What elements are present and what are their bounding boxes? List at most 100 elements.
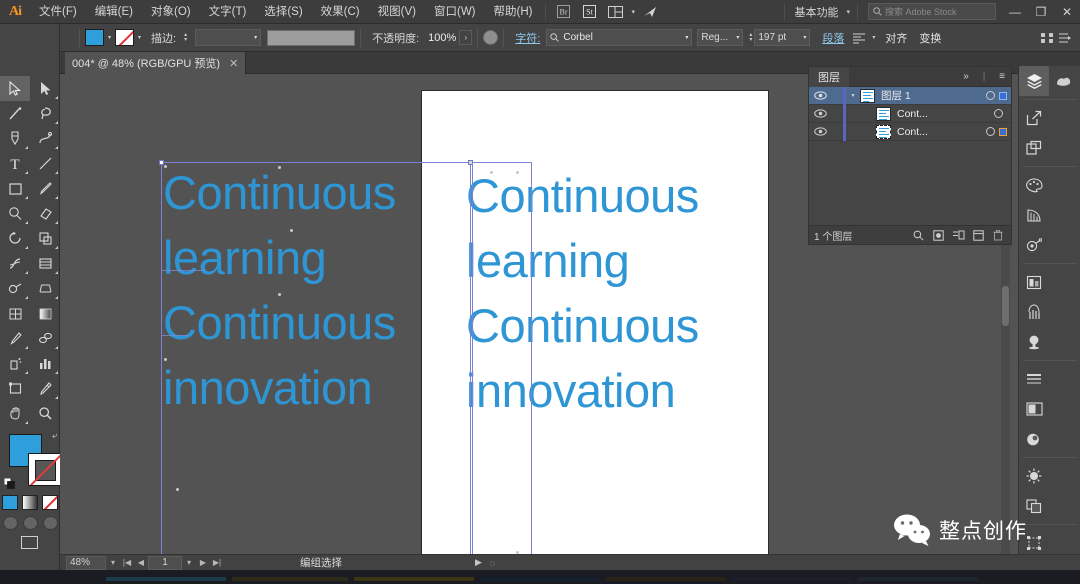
bridge-icon[interactable]: Br: [552, 3, 574, 21]
opacity-mask-button[interactable]: ›: [459, 30, 473, 45]
taskbar-item-1[interactable]: [106, 577, 226, 581]
line-segment-tool[interactable]: [30, 151, 60, 176]
toolbar-stroke-swatch[interactable]: [28, 453, 61, 486]
eraser-tool[interactable]: [30, 201, 60, 226]
layer-row-2[interactable]: Cont...: [809, 122, 1011, 141]
export-panel-icon[interactable]: [1019, 103, 1049, 133]
color-guide-panel-icon[interactable]: [1019, 200, 1049, 230]
color-mode-button[interactable]: [2, 495, 18, 510]
paragraph-align-icon[interactable]: [850, 29, 868, 47]
distribute-spacing-icon[interactable]: [1038, 29, 1056, 47]
zoom-level-input[interactable]: 48%: [66, 555, 106, 570]
artboards-panel-icon[interactable]: [1019, 133, 1049, 163]
selection-tool[interactable]: [0, 76, 30, 101]
taskbar-item-6[interactable]: [732, 577, 852, 581]
paragraph-chevron-down-icon[interactable]: ▾: [868, 29, 879, 46]
type-tool[interactable]: T: [0, 151, 30, 176]
layer-row-0[interactable]: ▾ 图层 1: [809, 86, 1011, 105]
stroke-panel-icon[interactable]: [1019, 364, 1049, 394]
appearance-panel-icon[interactable]: [1019, 394, 1049, 424]
text-frame-outline[interactable]: [472, 162, 532, 562]
sublayer-visibility-toggle[interactable]: [809, 109, 831, 118]
paragraph-panel-link[interactable]: 段落: [816, 30, 850, 46]
magic-wand-tool[interactable]: [0, 101, 30, 126]
slice-tool[interactable]: [30, 376, 60, 401]
collapse-panel-icon[interactable]: »: [957, 68, 975, 86]
curvature-tool[interactable]: [30, 126, 60, 151]
fill-color-swatch[interactable]: [85, 29, 104, 46]
layer-target-icon[interactable]: [986, 91, 995, 100]
hand-tool[interactable]: [0, 401, 30, 426]
delete-layer-icon[interactable]: [988, 226, 1008, 244]
gradient-tool[interactable]: [30, 301, 60, 326]
rectangle-tool[interactable]: [0, 176, 30, 201]
font-family-input[interactable]: Corbel ▾: [546, 29, 693, 46]
menu-edit[interactable]: 编辑(E): [86, 0, 142, 24]
taskbar-item-7[interactable]: [858, 577, 978, 581]
sublayer-name[interactable]: Cont...: [897, 108, 928, 120]
change-screen-mode-button[interactable]: [21, 536, 38, 549]
scrollbar-thumb[interactable]: [1002, 286, 1009, 326]
layer-selection-indicator[interactable]: [999, 91, 1007, 100]
panel-menu-icon[interactable]: ≡: [993, 68, 1011, 86]
blend-tool[interactable]: [30, 326, 60, 351]
menu-window[interactable]: 窗口(W): [425, 0, 485, 24]
font-size-dropdown[interactable]: 197 pt ▾: [754, 29, 811, 46]
character-panel-link[interactable]: 字符:: [509, 30, 546, 46]
window-close-button[interactable]: ✕: [1054, 0, 1080, 24]
transparency-panel-icon[interactable]: [1019, 461, 1049, 491]
sublayer-selection-indicator[interactable]: [999, 127, 1007, 136]
workspace-chevron-down-icon[interactable]: ▾: [843, 8, 853, 16]
panel-options-icon[interactable]: [1056, 29, 1074, 47]
layers-panel-icon[interactable]: [1019, 66, 1049, 96]
gradient-mode-button[interactable]: [22, 495, 38, 510]
menu-effect[interactable]: 效果(C): [312, 0, 369, 24]
nav-next-artboard-button[interactable]: ▶: [196, 558, 210, 567]
paintbrush-tool[interactable]: [30, 176, 60, 201]
lasso-tool[interactable]: [30, 101, 60, 126]
fill-chevron-down-icon[interactable]: ▾: [104, 29, 115, 46]
menu-view[interactable]: 视图(V): [369, 0, 425, 24]
arrange-chevron-down-icon[interactable]: ▾: [628, 8, 638, 16]
direct-selection-tool[interactable]: [30, 76, 60, 101]
perspective-grid-tool[interactable]: [30, 276, 60, 301]
font-style-dropdown[interactable]: Reg... ▾: [697, 29, 744, 46]
menu-select[interactable]: 选择(S): [255, 0, 311, 24]
new-sublayer-icon[interactable]: [948, 226, 968, 244]
zoom-tool[interactable]: [30, 401, 60, 426]
nav-last-artboard-button[interactable]: ▶|: [210, 558, 224, 567]
nav-first-artboard-button[interactable]: |◀: [120, 558, 134, 567]
draw-behind-button[interactable]: [22, 516, 38, 530]
scale-tool[interactable]: [30, 226, 60, 251]
artboard-number-input[interactable]: 1: [148, 555, 182, 570]
taskbar-item-5[interactable]: [606, 577, 726, 581]
taskbar-item-3[interactable]: [354, 577, 474, 581]
stock-search-input[interactable]: 搜索 Adobe Stock: [868, 3, 996, 20]
symbol-sprayer-tool[interactable]: [0, 351, 30, 376]
artboard-chevron-down-icon[interactable]: ▾: [182, 558, 196, 567]
stroke-weight-stepper[interactable]: ▴ ▾: [184, 32, 187, 43]
color-panel-icon[interactable]: [1019, 170, 1049, 200]
free-transform-tool[interactable]: [30, 251, 60, 276]
width-tool[interactable]: [0, 251, 30, 276]
stroke-profile-preview[interactable]: [267, 29, 356, 46]
pen-tool[interactable]: [0, 126, 30, 151]
align-panel-link[interactable]: 对齐: [879, 30, 913, 46]
sublayer-target-icon[interactable]: [994, 109, 1003, 118]
opacity-value[interactable]: 100%: [425, 32, 459, 44]
stock-icon[interactable]: St: [578, 3, 600, 21]
shaper-tool[interactable]: [0, 201, 30, 226]
layers-panel-tab[interactable]: 图层: [809, 66, 849, 87]
new-layer-icon[interactable]: [968, 226, 988, 244]
font-size-stepper[interactable]: ▴ ▾: [749, 32, 752, 43]
symbols-panel-icon[interactable]: [1019, 327, 1049, 357]
sublayer-visibility-toggle-2[interactable]: [809, 127, 831, 136]
nav-prev-artboard-button[interactable]: ◀: [134, 558, 148, 567]
selection-bounding-box[interactable]: [159, 160, 473, 562]
column-graph-tool[interactable]: [30, 351, 60, 376]
workspace-switcher[interactable]: 基本功能: [789, 4, 843, 20]
image-trace-panel-icon[interactable]: [1019, 267, 1049, 297]
stroke-weight-dropdown[interactable]: ▾: [195, 29, 262, 46]
menu-object[interactable]: 对象(O): [142, 0, 200, 24]
zoom-chevron-down-icon[interactable]: ▾: [106, 558, 120, 567]
